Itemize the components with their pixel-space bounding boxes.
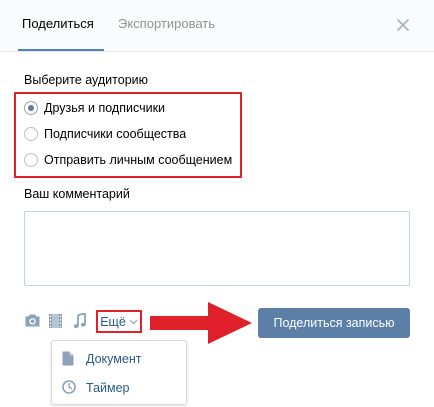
- radio-private-message[interactable]: Отправить личным сообщением: [24, 151, 232, 169]
- more-attachments-button[interactable]: Ещё: [96, 310, 142, 333]
- film-icon[interactable]: [48, 313, 63, 329]
- radio-label: Подписчики сообщества: [44, 127, 187, 141]
- modal-header: Поделиться Экспортировать: [0, 0, 434, 52]
- comment-input[interactable]: [24, 211, 410, 286]
- dropdown-item-timer[interactable]: Таймер: [52, 374, 186, 402]
- document-icon: [62, 351, 74, 366]
- radio-circle[interactable]: [24, 127, 38, 141]
- camera-icon[interactable]: [24, 313, 41, 328]
- audience-label: Выберите аудиторию: [24, 73, 149, 87]
- close-icon[interactable]: [393, 15, 413, 35]
- radio-circle-checked[interactable]: [24, 101, 38, 115]
- tab-export[interactable]: Экспортировать: [118, 16, 215, 32]
- music-note-icon[interactable]: [73, 313, 87, 329]
- clock-icon: [62, 380, 76, 394]
- chevron-down-icon: [129, 319, 138, 324]
- radio-label: Отправить личным сообщением: [44, 153, 233, 167]
- radio-circle[interactable]: [24, 153, 38, 167]
- more-dropdown-menu: Документ Таймер: [51, 340, 187, 405]
- tab-share[interactable]: Поделиться: [22, 16, 94, 32]
- more-label: Ещё: [100, 314, 126, 329]
- comment-label: Ваш комментарий: [24, 187, 130, 201]
- radio-label: Друзья и подписчики: [44, 101, 166, 115]
- share-post-button[interactable]: Поделиться записью: [258, 308, 410, 338]
- active-tab-underline: [18, 49, 104, 51]
- radio-friends-and-followers[interactable]: Друзья и подписчики: [24, 99, 165, 117]
- dropdown-item-label: Таймер: [86, 381, 130, 395]
- dropdown-item-label: Документ: [86, 352, 142, 366]
- radio-community-followers[interactable]: Подписчики сообщества: [24, 125, 186, 143]
- dropdown-item-document[interactable]: Документ: [52, 345, 186, 373]
